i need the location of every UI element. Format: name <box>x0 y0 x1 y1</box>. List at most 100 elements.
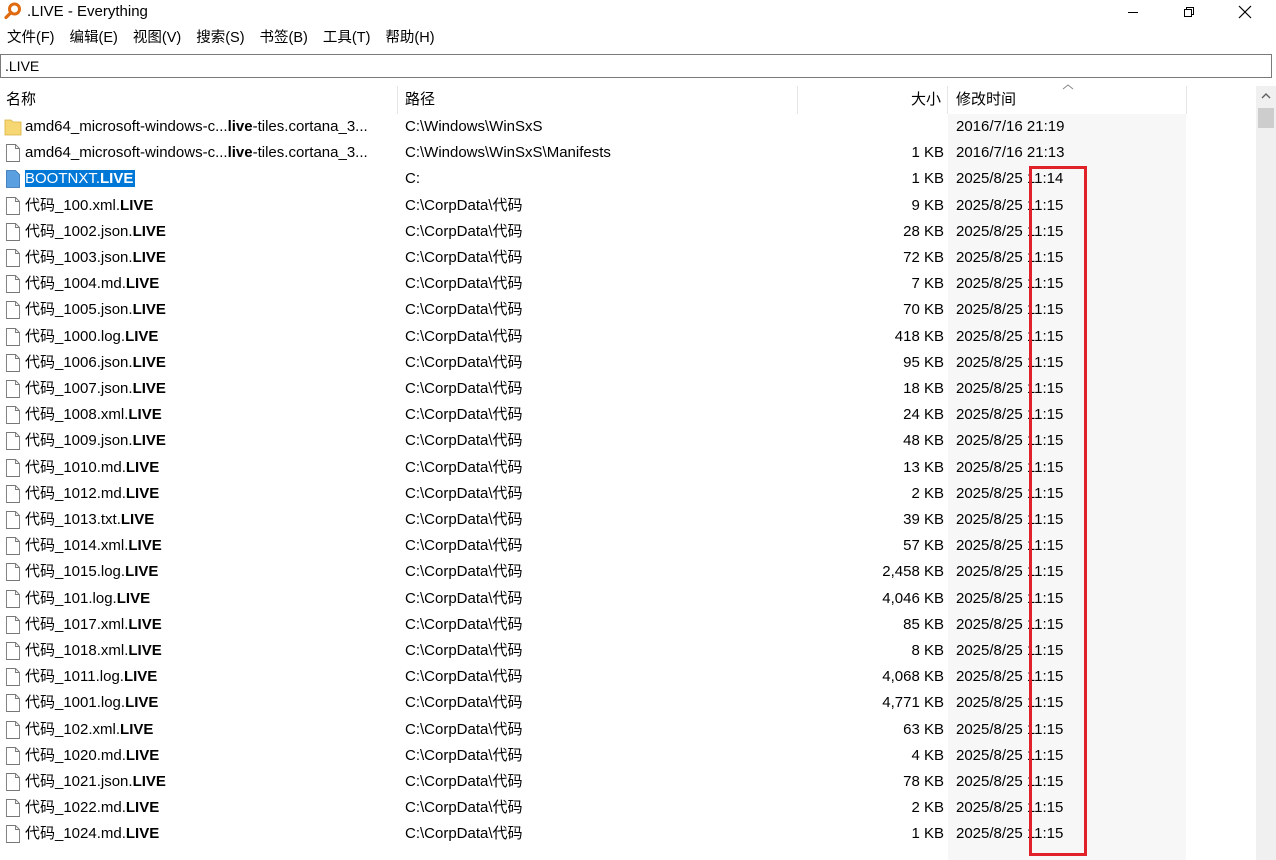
file-size: 418 KB <box>894 327 944 345</box>
file-size: 1 KB <box>911 825 944 843</box>
result-row[interactable]: 代码_1008.xml.LIVE C:\CorpData\代码 24 KB 2025/… <box>0 402 1256 428</box>
menu-help[interactable]: 帮助(H) <box>378 26 442 50</box>
column-header-modified[interactable]: 修改时间 <box>956 86 1016 114</box>
file-name: 代码_1022.md.LIVE <box>25 799 160 817</box>
file-icon <box>4 510 22 530</box>
result-row[interactable]: 代码_1010.md.LIVE C:\CorpData\代码 13 KB 2025/8… <box>0 455 1256 481</box>
file-size: 2 KB <box>911 799 944 817</box>
file-size: 7 KB <box>911 275 944 293</box>
file-path: C:\Windows\WinSxS <box>405 118 543 135</box>
file-size: 78 KB <box>903 773 944 790</box>
file-path: C:\CorpData\代码 <box>405 432 523 450</box>
result-row[interactable]: 代码_100.xml.LIVE C:\CorpData\代码 9 KB 2025/8/… <box>0 193 1256 219</box>
file-name: 代码_1001.log.LIVE <box>25 694 159 712</box>
file-path: C:\CorpData\代码 <box>405 301 523 319</box>
column-header-name[interactable]: 名称 <box>6 86 36 114</box>
result-row[interactable]: 代码_1013.txt.LIVE C:\CorpData\代码 39 KB 2025/… <box>0 507 1256 533</box>
search-input[interactable] <box>0 54 1272 78</box>
menu-view[interactable]: 视图(V) <box>126 26 189 50</box>
menu-tools[interactable]: 工具(T) <box>316 26 379 50</box>
file-size: 70 KB <box>903 301 944 319</box>
file-size: 13 KB <box>903 458 944 476</box>
file-icon <box>4 615 22 635</box>
result-row[interactable]: 代码_1011.log.LIVE C:\CorpData\代码 4,068 KB 20… <box>0 664 1256 690</box>
file-size <box>800 114 944 140</box>
file-path: C:\CorpData\代码 <box>405 249 523 266</box>
result-row[interactable]: BOOTNXT.LIVE C: 1 KB 2025/8/25 11:14 <box>0 166 1256 192</box>
result-row[interactable]: 代码_1003.json.LIVE C:\CorpData\代码 72 KB 2025… <box>0 245 1256 271</box>
file-size: 4,771 KB <box>882 694 944 712</box>
file-modified-date: 2025/8/25 11:14 <box>956 170 1064 188</box>
result-row[interactable]: 代码_1017.xml.LIVE C:\CorpData\代码 85 KB 2025/… <box>0 612 1256 638</box>
file-modified-date: 2025/8/25 11:15 <box>956 380 1064 397</box>
file-path: C:\CorpData\代码 <box>405 668 523 686</box>
result-row[interactable]: 代码_1009.json.LIVE C:\CorpData\代码 48 KB 2025… <box>0 428 1256 454</box>
file-size: 4,068 KB <box>882 668 944 686</box>
file-path: C:\CorpData\代码 <box>405 642 523 659</box>
file-path: C:\CorpData\代码 <box>405 484 523 502</box>
close-button[interactable] <box>1222 0 1268 24</box>
result-row[interactable]: 代码_1005.json.LIVE C:\CorpData\代码 70 KB 2025… <box>0 297 1256 323</box>
file-name: 代码_1010.md.LIVE <box>25 458 160 476</box>
result-row[interactable]: 代码_1014.xml.LIVE C:\CorpData\代码 57 KB 2025/… <box>0 533 1256 559</box>
result-row[interactable]: 代码_1002.json.LIVE C:\CorpData\代码 28 KB 2025… <box>0 219 1256 245</box>
column-header-path[interactable]: 路径 <box>405 86 435 114</box>
file-size: 48 KB <box>903 432 944 450</box>
menu-edit[interactable]: 编辑(E) <box>63 26 126 50</box>
file-name: 代码_1007.json.LIVE <box>25 380 166 397</box>
restore-button[interactable] <box>1166 0 1212 24</box>
result-row[interactable]: 代码_1007.json.LIVE C:\CorpData\代码 18 KB 2025… <box>0 376 1256 402</box>
file-path: C:\CorpData\代码 <box>405 825 523 843</box>
result-row[interactable]: 代码_1024.md.LIVE C:\CorpData\代码 1 KB 2025/8/… <box>0 821 1256 847</box>
result-row[interactable]: 代码_102.xml.LIVE C:\CorpData\代码 63 KB 2025/8… <box>0 717 1256 743</box>
file-size: 9 KB <box>911 196 944 214</box>
result-row[interactable]: amd64_microsoft-windows-c...live-tiles.c… <box>0 140 1256 166</box>
menu-bookmarks[interactable]: 书签(B) <box>253 26 316 50</box>
result-row[interactable]: 代码_1006.json.LIVE C:\CorpData\代码 95 KB 2025… <box>0 350 1256 376</box>
file-modified-date: 2025/8/25 11:15 <box>956 406 1064 424</box>
file-icon <box>4 248 22 268</box>
column-header-size[interactable]: 大小 <box>800 86 941 114</box>
result-row[interactable]: 代码_1022.md.LIVE C:\CorpData\代码 2 KB 2025/8/… <box>0 795 1256 821</box>
file-icon <box>4 300 22 320</box>
file-icon <box>4 720 22 740</box>
file-icon <box>4 405 22 425</box>
file-icon <box>4 327 22 347</box>
result-row[interactable]: amd64_microsoft-windows-c...live-tiles.c… <box>0 114 1256 140</box>
file-modified-date: 2025/8/25 11:15 <box>956 694 1064 712</box>
file-icon <box>4 458 22 478</box>
scroll-up-button[interactable] <box>1256 86 1276 106</box>
file-modified-date: 2025/8/25 11:15 <box>956 773 1064 790</box>
file-name: 代码_1005.json.LIVE <box>25 301 166 319</box>
file-modified-date: 2025/8/25 11:15 <box>956 537 1064 555</box>
file-path: C:\CorpData\代码 <box>405 615 523 633</box>
file-size: 57 KB <box>903 537 944 555</box>
file-name: 代码_101.log.LIVE <box>25 589 151 607</box>
file-name: 代码_1021.json.LIVE <box>25 773 166 790</box>
column-divider[interactable] <box>797 86 798 114</box>
result-row[interactable]: 代码_1001.log.LIVE C:\CorpData\代码 4,771 KB 20… <box>0 690 1256 716</box>
column-divider[interactable] <box>397 86 398 114</box>
result-row[interactable]: 代码_1004.md.LIVE C:\CorpData\代码 7 KB 2025/8/… <box>0 271 1256 297</box>
column-divider[interactable] <box>947 86 948 114</box>
file-name: 代码_1004.md.LIVE <box>25 275 160 293</box>
column-divider[interactable] <box>1186 86 1187 114</box>
result-row[interactable]: 代码_1021.json.LIVE C:\CorpData\代码 78 KB 2025… <box>0 769 1256 795</box>
file-icon <box>4 562 22 582</box>
result-row[interactable]: 代码_1012.md.LIVE C:\CorpData\代码 2 KB 2025/8/… <box>0 481 1256 507</box>
file-size: 28 KB <box>903 222 944 240</box>
scroll-thumb[interactable] <box>1258 108 1274 128</box>
menu-search[interactable]: 搜索(S) <box>189 26 252 50</box>
file-name: BOOTNXT.LIVE <box>25 170 136 188</box>
vertical-scrollbar[interactable] <box>1256 86 1276 860</box>
file-selected-icon <box>4 169 22 189</box>
minimize-button[interactable] <box>1110 0 1156 24</box>
file-icon <box>4 379 22 399</box>
result-row[interactable]: 代码_1015.log.LIVE C:\CorpData\代码 2,458 KB 20… <box>0 559 1256 585</box>
file-name: 代码_1012.md.LIVE <box>25 484 160 502</box>
result-row[interactable]: 代码_1000.log.LIVE C:\CorpData\代码 418 KB 2025… <box>0 324 1256 350</box>
result-row[interactable]: 代码_1018.xml.LIVE C:\CorpData\代码 8 KB 2025/8… <box>0 638 1256 664</box>
menu-file[interactable]: 文件(F) <box>0 26 63 50</box>
result-row[interactable]: 代码_101.log.LIVE C:\CorpData\代码 4,046 KB 202… <box>0 586 1256 612</box>
result-row[interactable]: 代码_1020.md.LIVE C:\CorpData\代码 4 KB 2025/8/… <box>0 743 1256 769</box>
